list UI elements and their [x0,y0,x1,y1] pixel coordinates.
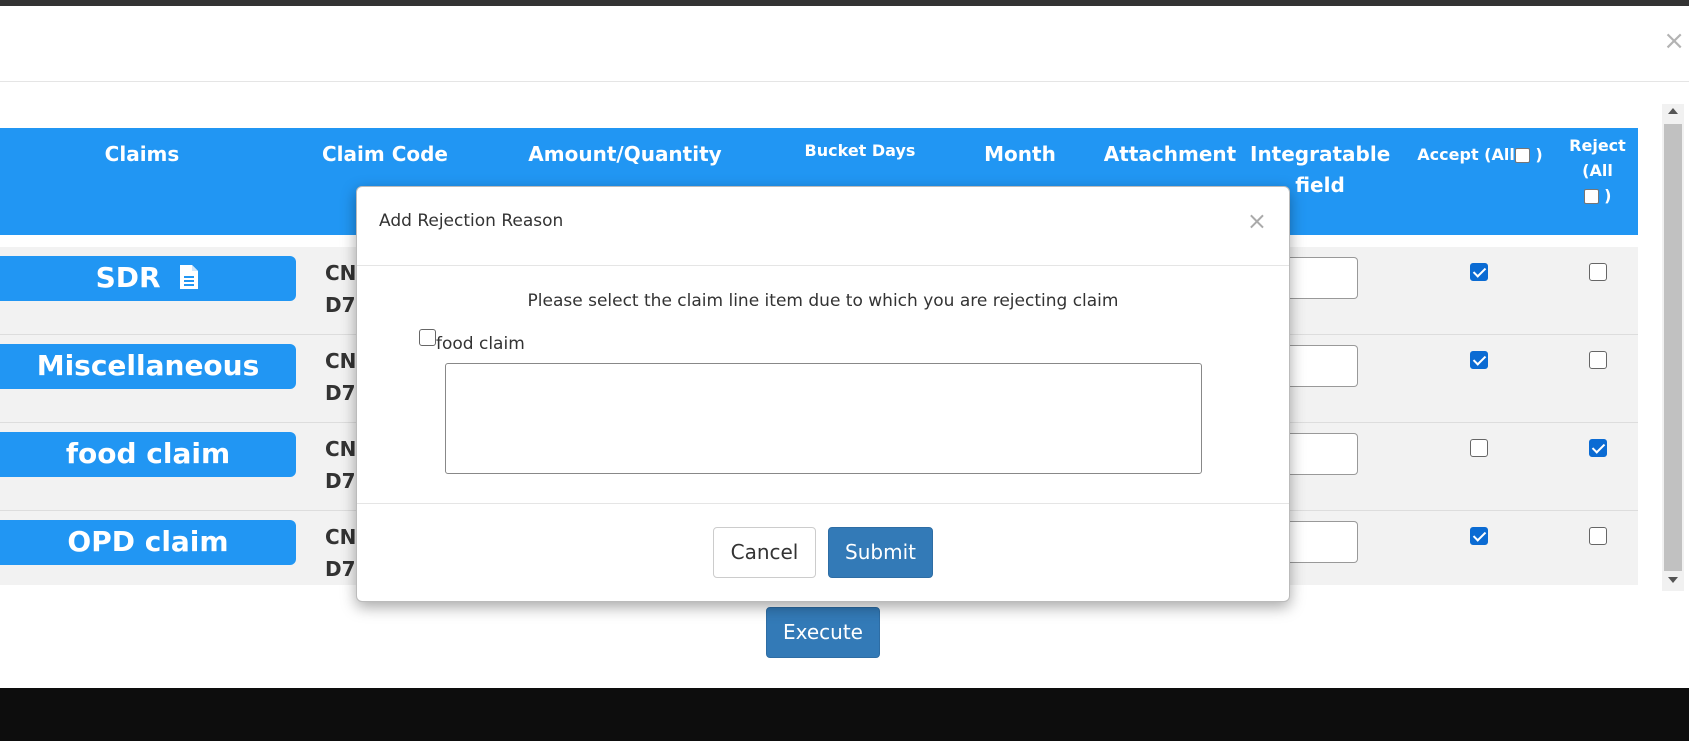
scroll-up-icon[interactable] [1668,108,1678,114]
submit-button[interactable]: Submit [828,527,933,578]
accept-checkbox[interactable] [1470,439,1488,457]
header-month: Month [984,142,1056,166]
table-scrollbar[interactable] [1662,104,1684,591]
rejection-reason-textarea[interactable] [445,363,1202,474]
claim-line-label: food claim [436,334,525,354]
execute-button[interactable]: Execute [766,607,880,658]
header-bucket-days: Bucket Days [804,141,916,160]
header-reject-line1: Reject [1569,136,1626,155]
reject-checkbox[interactable] [1589,439,1607,457]
dialog-close-icon[interactable]: × [1247,209,1267,233]
header-attachment: Attachment [1103,142,1237,166]
claim-button-miscellaneous[interactable]: Miscellaneous [0,344,296,389]
integratable-input[interactable] [1280,257,1358,299]
document-icon [180,265,199,289]
dialog-message: Please select the claim line item due to… [527,291,1119,311]
header-claims: Claims [104,142,180,166]
integratable-input[interactable] [1280,345,1358,387]
claim-button-sdr[interactable]: SDR [0,256,296,301]
dialog-header: Add Rejection Reason × [357,187,1289,266]
header-reject-all: Reject (All ) [1560,133,1635,208]
reject-checkbox[interactable] [1589,527,1607,545]
header-claim-code: Claim Code [322,142,448,166]
reject-checkbox[interactable] [1589,263,1607,281]
claim-button-food-claim[interactable]: food claim [0,432,296,477]
page-bottom-band [0,688,1689,741]
dialog-footer [357,503,1289,601]
claim-button-label: SDR [95,261,161,294]
claim-button-label: Miscellaneous [36,349,260,382]
header-accept-all: Accept (All ) [1405,142,1555,167]
scroll-thumb[interactable] [1664,124,1682,571]
claims-modal-header: × [0,6,1689,82]
accept-checkbox[interactable] [1470,263,1488,281]
claim-button-opd-claim[interactable]: OPD claim [0,520,296,565]
scroll-down-icon[interactable] [1668,577,1678,583]
claim-line-checkbox[interactable] [419,329,436,346]
header-reject-line2: (All [1582,161,1613,180]
header-amount-quantity: Amount/Quantity [528,142,722,166]
reject-checkbox[interactable] [1589,351,1607,369]
cancel-button[interactable]: Cancel [713,527,816,578]
dialog-title: Add Rejection Reason [379,211,564,231]
integratable-input[interactable] [1280,433,1358,475]
accept-checkbox[interactable] [1470,527,1488,545]
header-reject-suffix: ) [1604,186,1612,205]
header-integratable-line1: Integratable [1250,142,1391,166]
claims-modal-close-icon[interactable]: × [1663,28,1685,54]
header-accept-label: Accept (All [1417,145,1515,164]
header-accept-suffix: ) [1535,145,1543,164]
reject-all-checkbox[interactable] [1583,189,1599,204]
accept-checkbox[interactable] [1470,351,1488,369]
integratable-input[interactable] [1280,521,1358,563]
claim-button-label: food claim [65,437,231,470]
rejection-reason-dialog: Add Rejection Reason × Please select the… [356,186,1290,602]
claim-line-option[interactable]: food claim [419,328,525,354]
accept-all-checkbox[interactable] [1514,148,1530,163]
claim-button-label: OPD claim [67,525,229,558]
